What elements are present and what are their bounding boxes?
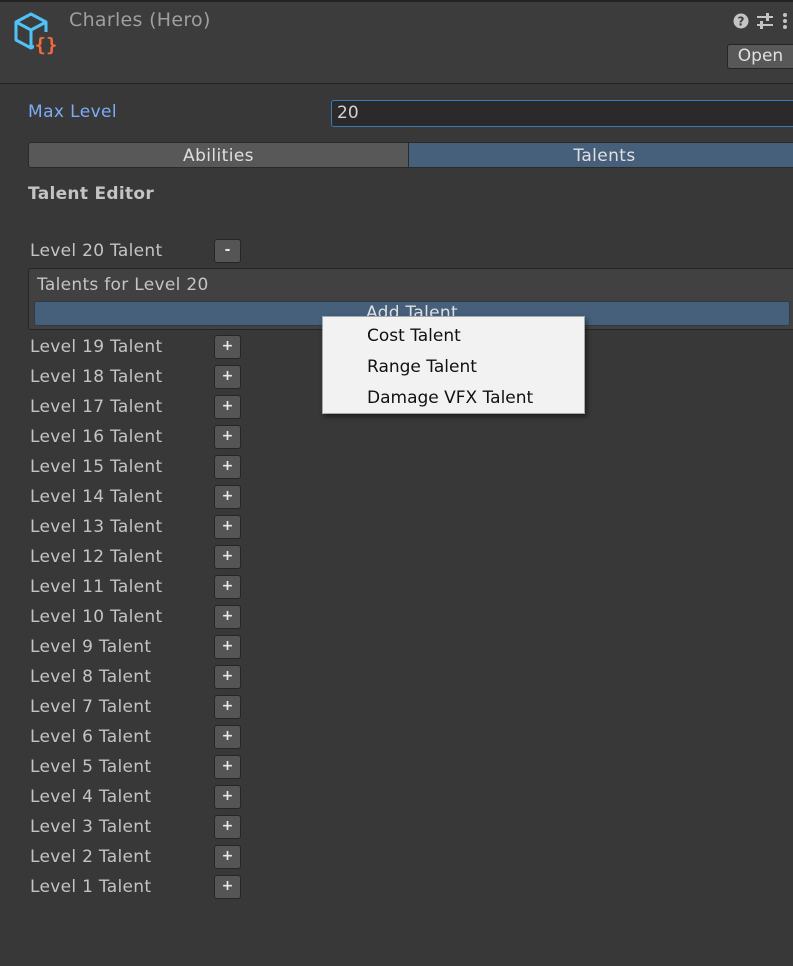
level-7-talent-label: Level 7 Talent bbox=[30, 697, 152, 717]
header-divider bbox=[0, 0, 793, 2]
menu-item-range-talent[interactable]: Range Talent bbox=[367, 357, 477, 377]
level-3-talent-label: Level 3 Talent bbox=[30, 817, 152, 837]
expand-level-3-button[interactable]: + bbox=[214, 815, 241, 839]
expand-level-9-button[interactable]: + bbox=[214, 635, 241, 659]
expand-level-1-button[interactable]: + bbox=[214, 875, 241, 899]
level-15-talent-label: Level 15 Talent bbox=[30, 457, 163, 477]
expand-level-8-button[interactable]: + bbox=[214, 665, 241, 689]
expand-level-17-button[interactable]: + bbox=[214, 395, 241, 419]
expand-level-12-button[interactable]: + bbox=[214, 545, 241, 569]
level-14-talent-label: Level 14 Talent bbox=[30, 487, 163, 507]
expand-level-4-button[interactable]: + bbox=[214, 785, 241, 809]
collapse-level-20-button[interactable]: - bbox=[214, 239, 241, 263]
max-level-label: Max Level bbox=[28, 102, 118, 122]
max-level-input[interactable]: 20 bbox=[331, 100, 793, 127]
inspector-header: {} Charles (Hero) ? Open bbox=[0, 0, 793, 84]
svg-text:{}: {} bbox=[35, 34, 58, 56]
cube-script-icon: {} bbox=[14, 12, 58, 56]
level-1-talent-label: Level 1 Talent bbox=[30, 877, 152, 897]
expand-level-11-button[interactable]: + bbox=[214, 575, 241, 599]
expand-level-18-button[interactable]: + bbox=[214, 365, 241, 389]
level-11-talent-label: Level 11 Talent bbox=[30, 577, 163, 597]
expand-level-6-button[interactable]: + bbox=[214, 725, 241, 749]
tab-talents[interactable]: Talents bbox=[408, 142, 793, 168]
add-talent-menu: Cost Talent Range Talent Damage VFX Tale… bbox=[322, 316, 585, 414]
level-6-talent-label: Level 6 Talent bbox=[30, 727, 152, 747]
expand-level-2-button[interactable]: + bbox=[214, 845, 241, 869]
expand-level-13-button[interactable]: + bbox=[214, 515, 241, 539]
asset-title: Charles (Hero) bbox=[69, 9, 211, 31]
expand-level-14-button[interactable]: + bbox=[214, 485, 241, 509]
menu-item-damage-vfx-talent[interactable]: Damage VFX Talent bbox=[367, 388, 533, 408]
level-12-talent-label: Level 12 Talent bbox=[30, 547, 163, 567]
expand-level-7-button[interactable]: + bbox=[214, 695, 241, 719]
help-icon[interactable]: ? bbox=[732, 12, 750, 30]
level-17-talent-label: Level 17 Talent bbox=[30, 397, 163, 417]
level-9-talent-label: Level 9 Talent bbox=[30, 637, 152, 657]
level-8-talent-label: Level 8 Talent bbox=[30, 667, 152, 687]
expand-level-19-button[interactable]: + bbox=[214, 335, 241, 359]
level-5-talent-label: Level 5 Talent bbox=[30, 757, 152, 777]
talents-for-level-20-title: Talents for Level 20 bbox=[37, 275, 209, 295]
level-16-talent-label: Level 16 Talent bbox=[30, 427, 163, 447]
expand-level-15-button[interactable]: + bbox=[214, 455, 241, 479]
level-19-talent-label: Level 19 Talent bbox=[30, 337, 163, 357]
more-menu-icon[interactable] bbox=[780, 12, 790, 30]
expand-level-5-button[interactable]: + bbox=[214, 755, 241, 779]
level-20-talent-label: Level 20 Talent bbox=[30, 241, 163, 261]
level-4-talent-label: Level 4 Talent bbox=[30, 787, 152, 807]
presets-icon[interactable] bbox=[756, 12, 774, 30]
level-2-talent-label: Level 2 Talent bbox=[30, 847, 152, 867]
menu-item-cost-talent[interactable]: Cost Talent bbox=[367, 326, 461, 346]
level-18-talent-label: Level 18 Talent bbox=[30, 367, 163, 387]
expand-level-10-button[interactable]: + bbox=[214, 605, 241, 629]
svg-text:?: ? bbox=[738, 15, 745, 29]
level-10-talent-label: Level 10 Talent bbox=[30, 607, 163, 627]
level-13-talent-label: Level 13 Talent bbox=[30, 517, 163, 537]
talent-editor-title: Talent Editor bbox=[28, 184, 155, 204]
open-button[interactable]: Open bbox=[727, 44, 793, 69]
tab-abilities[interactable]: Abilities bbox=[28, 142, 409, 168]
expand-level-16-button[interactable]: + bbox=[214, 425, 241, 449]
